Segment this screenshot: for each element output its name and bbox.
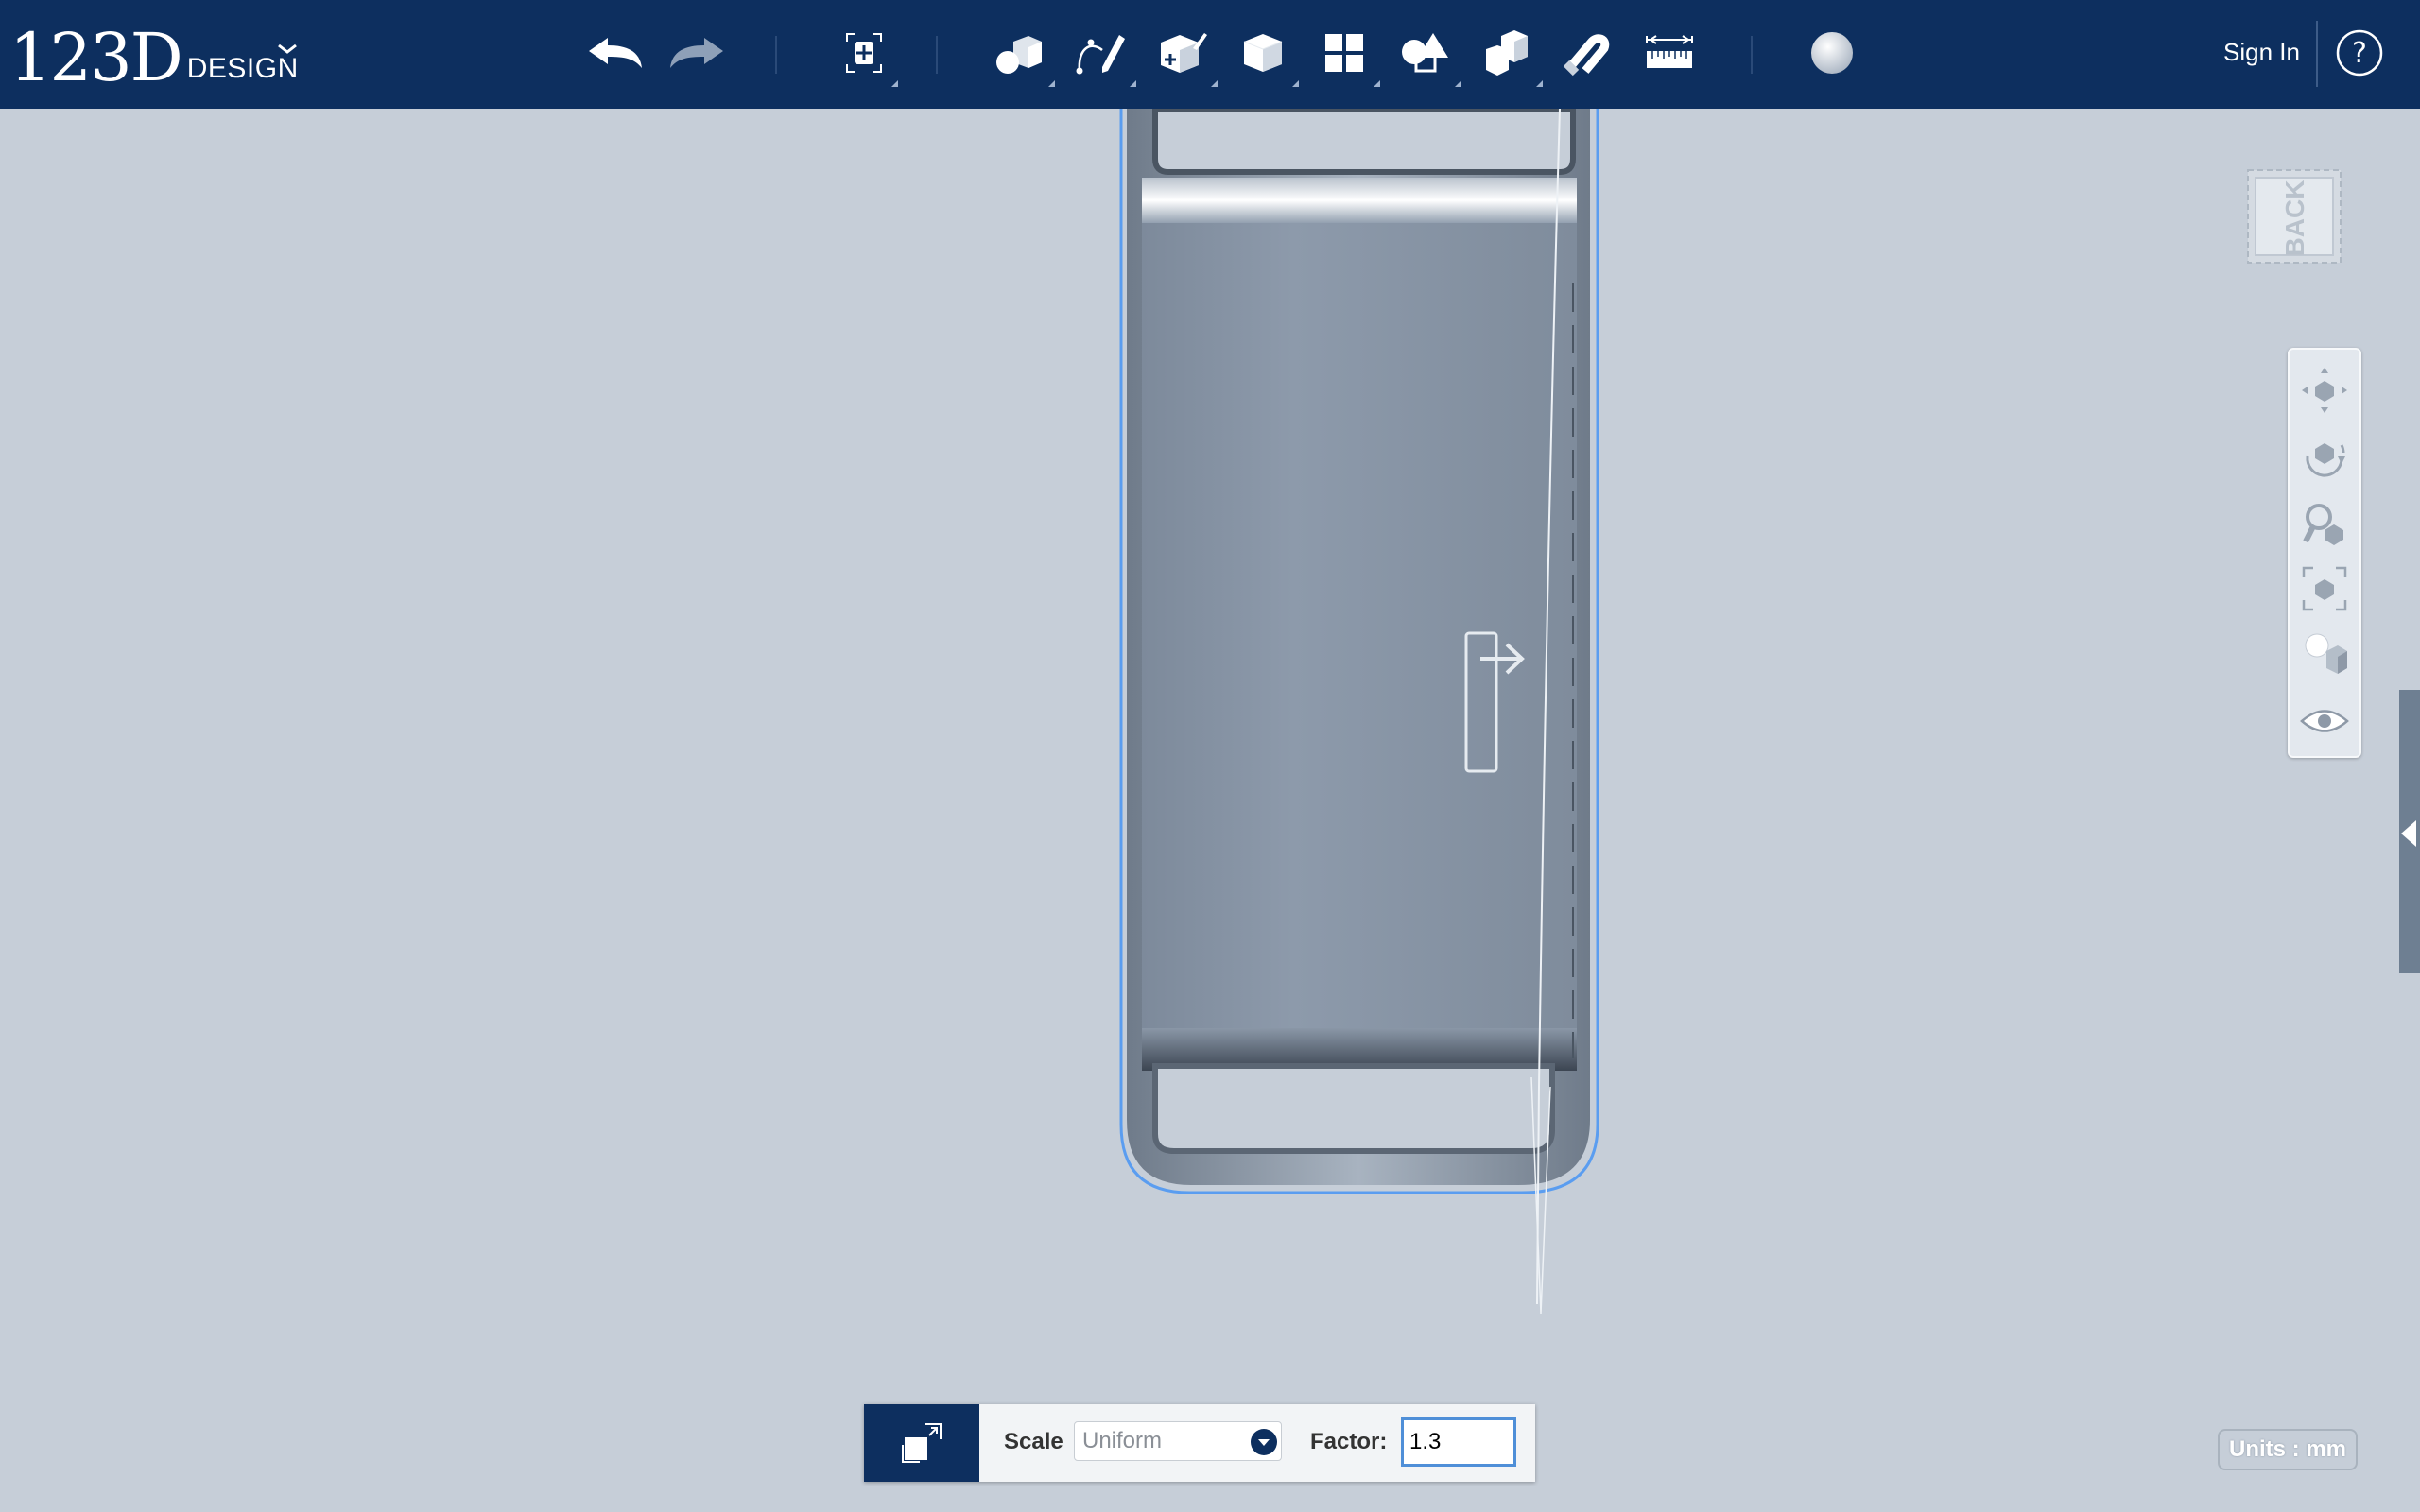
visibility-button[interactable]	[2299, 696, 2350, 747]
main-toolbar: 123D DESIGN Sign In ?	[0, 0, 2420, 109]
grouping-icon	[1402, 33, 1448, 73]
grouping-button[interactable]	[1390, 19, 1461, 87]
factor-label: Factor:	[1310, 1429, 1388, 1454]
snap-button[interactable]	[1552, 19, 1624, 87]
3d-viewport[interactable]: BACK Scale Uniform Factor: 1.3 Units: m…	[0, 109, 2420, 1512]
toolbar-separator	[936, 36, 938, 74]
pan-button[interactable]	[2299, 365, 2350, 416]
undo-button[interactable]	[579, 19, 650, 87]
fit-view-button[interactable]	[2299, 563, 2350, 614]
scale-mode-value: Uniform	[1082, 1428, 1163, 1453]
material-button[interactable]	[1796, 19, 1868, 87]
redo-button[interactable]	[662, 19, 734, 87]
pattern-icon	[1325, 34, 1363, 72]
transform-button[interactable]	[830, 19, 898, 87]
svg-text:?: ?	[2352, 37, 2367, 70]
primitives-button[interactable]	[983, 19, 1055, 87]
navigation-bar	[2288, 348, 2361, 758]
scale-mode-dropdown[interactable]: Uniform	[1074, 1421, 1282, 1461]
toolbar-separator	[775, 36, 777, 74]
orbit-button[interactable]	[2299, 431, 2350, 482]
pattern-button[interactable]	[1308, 19, 1380, 87]
view-mode-icon	[2305, 633, 2347, 674]
toolbar-separator	[1751, 36, 1753, 74]
measure-button[interactable]	[1634, 19, 1705, 87]
zoom-button[interactable]	[2299, 497, 2350, 548]
model-canvas[interactable]	[0, 109, 2420, 1512]
snap-icon	[1563, 34, 1610, 77]
help-button[interactable]: ?	[2335, 28, 2384, 77]
app-menu-chevron-icon[interactable]	[276, 38, 299, 60]
scale-tool-panel: Scale Uniform Factor:	[864, 1404, 1535, 1482]
modify-button[interactable]	[1227, 19, 1299, 87]
expand-panel-arrow-icon[interactable]	[2401, 820, 2416, 847]
orbit-icon	[2306, 443, 2345, 477]
toolbar-separator	[2316, 21, 2318, 87]
zoom-icon	[2303, 504, 2343, 545]
measure-icon	[1646, 35, 1693, 68]
top-band	[1142, 178, 1577, 223]
help-icon: ?	[2336, 29, 2383, 77]
top-handle-opening	[1152, 109, 1576, 175]
pan-icon	[2302, 368, 2347, 413]
view-mode-button[interactable]	[2299, 629, 2350, 680]
logo-number: 123D	[9, 19, 183, 96]
fit-icon	[2302, 566, 2347, 611]
chevron-down-icon[interactable]	[1251, 1429, 1277, 1455]
primitives-icon	[996, 36, 1042, 74]
construct-button[interactable]	[1146, 19, 1218, 87]
model-body	[1142, 178, 1577, 1071]
transform-icon	[846, 33, 882, 73]
visibility-icon	[2300, 710, 2349, 732]
scale-label: Scale	[1004, 1429, 1063, 1454]
scale-icon	[902, 1423, 942, 1463]
undo-icon	[589, 38, 642, 68]
combine-icon	[1486, 30, 1528, 76]
construct-icon	[1161, 33, 1207, 73]
sketch-icon	[1076, 35, 1125, 75]
modify-icon	[1243, 34, 1283, 72]
view-cube-face-label: BACK	[2280, 180, 2309, 257]
app-logo[interactable]: 123D DESIGN	[9, 15, 299, 91]
factor-input[interactable]	[1401, 1418, 1516, 1467]
units-indicator[interactable]: Units : mm	[2218, 1429, 2359, 1470]
sketch-button[interactable]	[1064, 19, 1136, 87]
material-icon	[1811, 32, 1853, 74]
bottom-handle-opening	[1152, 1063, 1555, 1154]
redo-icon	[670, 38, 723, 68]
combine-button[interactable]	[1471, 19, 1543, 87]
sign-in-link[interactable]: Sign In	[2223, 38, 2300, 67]
view-cube[interactable]: BACK	[2244, 166, 2344, 266]
scale-tool-button[interactable]	[864, 1404, 979, 1482]
